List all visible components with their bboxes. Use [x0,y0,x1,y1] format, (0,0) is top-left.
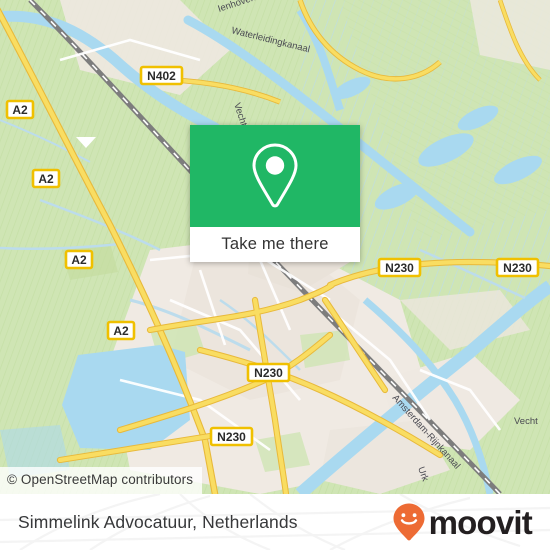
moovit-map-screenshot: Ienhovense Waterleidingkanaal Vecht Amst… [0,0,550,550]
map-label: Vecht [514,416,538,427]
road-shield-a2: A2 [64,249,94,270]
moovit-smiley-pin-icon [393,503,425,541]
road-shield-a2: A2 [106,320,136,341]
road-shield-n230: N230 [246,362,291,383]
svg-text:N230: N230 [217,430,246,444]
svg-text:A2: A2 [113,324,129,338]
callout-icon-area [190,125,360,227]
road-shield-n402: N402 [139,65,184,86]
svg-text:N230: N230 [503,261,532,275]
road-shield-n230: N230 [495,257,540,278]
take-me-there-label[interactable]: Take me there [190,227,360,262]
take-me-there-callout[interactable]: Take me there [190,125,360,262]
svg-text:A2: A2 [12,103,28,117]
place-title: Simmelink Advocatuur, Netherlands [18,511,298,532]
map-pin-icon [252,143,298,208]
road-shield-a2: A2 [5,99,35,120]
svg-text:N230: N230 [385,261,414,275]
callout-pointer [76,137,96,148]
moovit-wordmark: moovit [428,503,533,541]
road-shield-a2: A2 [31,168,61,189]
moovit-logo[interactable]: moovit [392,502,533,542]
road-shield-n230: N230 [209,426,254,447]
svg-text:N402: N402 [147,69,176,83]
footer-bar: Simmelink Advocatuur, Netherlands moovit [0,494,550,550]
svg-text:A2: A2 [71,253,87,267]
road-shield-n230: N230 [377,257,422,278]
svg-text:N230: N230 [254,366,283,380]
svg-text:A2: A2 [38,172,54,186]
osm-attribution[interactable]: © OpenStreetMap contributors [0,467,203,494]
